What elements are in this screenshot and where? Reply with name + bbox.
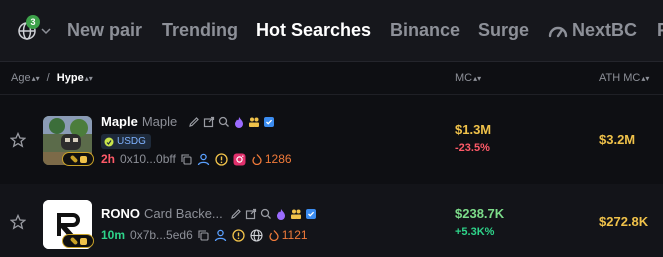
quote-token-tag: USDG xyxy=(101,134,151,149)
users-icon xyxy=(291,209,301,219)
ath-mc-column-header[interactable]: ATH MC▴▾ xyxy=(599,72,649,84)
age-column-label: Age xyxy=(11,72,31,84)
table-row[interactable]: RONO Card Backe... 10m 0x7b...5ed6 1121 $… xyxy=(0,184,663,257)
verified-icon xyxy=(264,117,274,127)
token-symbol: RONO xyxy=(101,206,140,221)
token-address: 0x7b...5ed6 xyxy=(130,228,193,242)
chain-selector[interactable]: 3 xyxy=(14,15,52,43)
share-icon[interactable] xyxy=(245,208,257,220)
tab-hot-searches[interactable]: Hot Searches xyxy=(256,19,371,41)
copy-icon[interactable] xyxy=(181,153,192,165)
token-name-line[interactable]: Maple Maple xyxy=(101,114,177,129)
token-age: 2h xyxy=(101,152,116,166)
usdg-icon xyxy=(104,137,114,146)
website-icon[interactable] xyxy=(250,228,263,242)
market-cap: $1.3M xyxy=(455,122,492,137)
star-icon[interactable] xyxy=(10,132,26,148)
fire-icon xyxy=(235,117,243,128)
search-icon[interactable] xyxy=(218,116,230,128)
sort-icon: ▴▾ xyxy=(641,74,650,83)
tab-binance[interactable]: Binance xyxy=(390,19,460,41)
sort-icon: ▴▾ xyxy=(84,74,93,83)
user-icon[interactable] xyxy=(214,229,227,242)
hype-flame-icon xyxy=(252,154,262,165)
pill-icon xyxy=(69,154,78,164)
token-name: Maple xyxy=(141,114,178,129)
search-icon[interactable] xyxy=(260,208,272,220)
edit-icon[interactable] xyxy=(188,116,200,128)
ath-market-cap: $272.8K xyxy=(599,214,649,229)
copy-icon[interactable] xyxy=(198,229,209,241)
instagram-icon[interactable] xyxy=(233,153,246,166)
hype-column-label: Hype xyxy=(56,72,84,84)
token-age: 10m xyxy=(101,228,126,242)
token-address: 0x10...0bff xyxy=(120,152,176,166)
signal-icon xyxy=(548,26,568,38)
verified-icon xyxy=(306,209,316,219)
token-name: Card Backe... xyxy=(144,206,223,221)
token-name-line[interactable]: RONO Card Backe... xyxy=(101,206,223,221)
price-change: -23.5% xyxy=(455,142,490,154)
chain-count-badge: 3 xyxy=(26,15,40,29)
token-actions xyxy=(188,116,275,128)
ath-market-cap: $3.2M xyxy=(599,132,636,147)
token-symbol: Maple xyxy=(101,114,138,129)
table-row[interactable]: Maple Maple USDG 2h 0x10...0bff 1286 $1.3… xyxy=(0,96,663,184)
edit-icon[interactable] xyxy=(230,208,242,220)
users-icon xyxy=(249,117,259,127)
p-logo-icon xyxy=(79,155,87,163)
hype-flame-icon xyxy=(269,230,279,241)
fire-icon xyxy=(277,209,285,220)
tab-surge[interactable]: Surge xyxy=(478,19,529,41)
p-logo-icon xyxy=(79,237,87,245)
price-change: +5.3K% xyxy=(455,226,495,238)
tab-overflow[interactable]: F xyxy=(657,19,663,41)
tab-trending[interactable]: Trending xyxy=(162,19,238,41)
mc-column-header[interactable]: MC▴▾ xyxy=(455,72,481,84)
user-icon[interactable] xyxy=(197,153,210,166)
warning-icon[interactable] xyxy=(232,228,245,242)
pill-icon xyxy=(69,236,78,246)
star-icon[interactable] xyxy=(10,214,26,230)
market-cap: $238.7K xyxy=(455,206,505,221)
share-icon[interactable] xyxy=(203,116,215,128)
warning-icon[interactable] xyxy=(215,152,228,166)
token-actions xyxy=(230,208,317,220)
sort-icon: ▴▾ xyxy=(473,74,482,83)
launchpad-badge xyxy=(62,234,94,248)
tab-nextbc[interactable]: NextBC xyxy=(572,19,637,41)
token-meta-line: 2h 0x10...0bff 1286 xyxy=(101,152,292,166)
launchpad-badge xyxy=(62,152,94,166)
sort-icon: ▴▾ xyxy=(31,74,40,83)
top-nav: 3 New pair Trending Hot Searches Binance… xyxy=(0,0,663,62)
hype-score: 1286 xyxy=(264,152,292,166)
tab-new-pair[interactable]: New pair xyxy=(67,19,142,41)
age-hype-sort[interactable]: Age▴▾ / Hype▴▾ xyxy=(11,72,93,84)
hype-score: 1121 xyxy=(281,228,308,242)
chevron-down-icon xyxy=(41,28,51,35)
column-header: Age▴▾ / Hype▴▾ MC▴▾ ATH MC▴▾ xyxy=(0,62,663,95)
token-meta-line: 10m 0x7b...5ed6 1121 xyxy=(101,228,308,242)
